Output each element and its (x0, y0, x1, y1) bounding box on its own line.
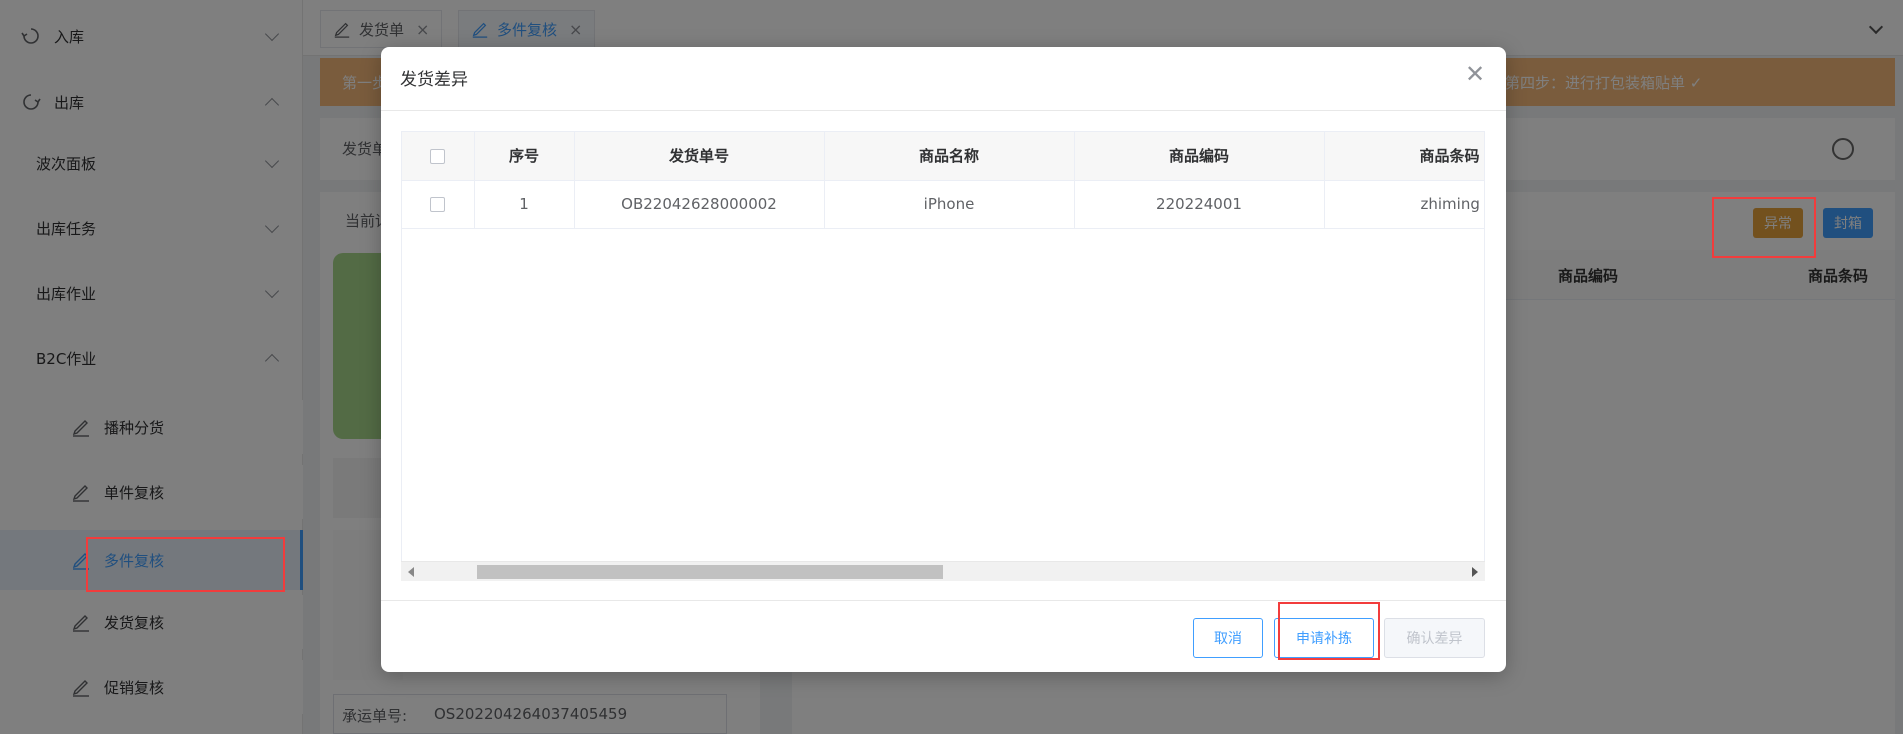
scroll-right-icon[interactable] (1472, 567, 1478, 577)
table-row[interactable]: 1 OB22042628000002 iPhone 220224001 zhim… (402, 180, 1484, 229)
header-index: 序号 (474, 132, 575, 181)
divider (381, 110, 1506, 111)
header-order-no: 发货单号 (574, 132, 825, 181)
header-product-code: 商品编码 (1074, 132, 1325, 181)
header-barcode: 商品条码 (1324, 132, 1484, 181)
select-all-cell (402, 132, 475, 181)
scroll-left-icon[interactable] (408, 567, 414, 577)
row-barcode: zhiming (1324, 180, 1484, 229)
table-header-row: 序号 发货单号 商品名称 商品编码 商品条码 (402, 132, 1484, 181)
dialog-title: 发货差异 (400, 70, 468, 90)
highlight-box (86, 537, 285, 592)
row-product-name: iPhone (824, 180, 1075, 229)
scrollbar-thumb[interactable] (477, 565, 943, 579)
close-icon[interactable]: ✕ (1462, 60, 1488, 88)
divider (381, 600, 1506, 601)
confirm-difference-button[interactable]: 确认差异 (1384, 618, 1485, 658)
header-product-name: 商品名称 (824, 132, 1075, 181)
horizontal-scrollbar[interactable] (401, 561, 1485, 581)
highlight-box (1278, 602, 1380, 660)
row-order-no: OB22042628000002 (574, 180, 825, 229)
row-checkbox[interactable] (430, 197, 446, 212)
row-product-code: 220224001 (1074, 180, 1325, 229)
highlight-box (1712, 197, 1816, 258)
row-select-cell (402, 180, 475, 229)
shipping-difference-dialog: 发货差异 ✕ 序号 发货单号 商品名称 商品编码 商品条码 1 OB220426… (381, 47, 1506, 672)
difference-table: 序号 发货单号 商品名称 商品编码 商品条码 1 OB2204262800000… (401, 131, 1485, 581)
cancel-button[interactable]: 取消 (1193, 618, 1263, 658)
row-index: 1 (474, 180, 575, 229)
select-all-checkbox[interactable] (430, 148, 446, 164)
